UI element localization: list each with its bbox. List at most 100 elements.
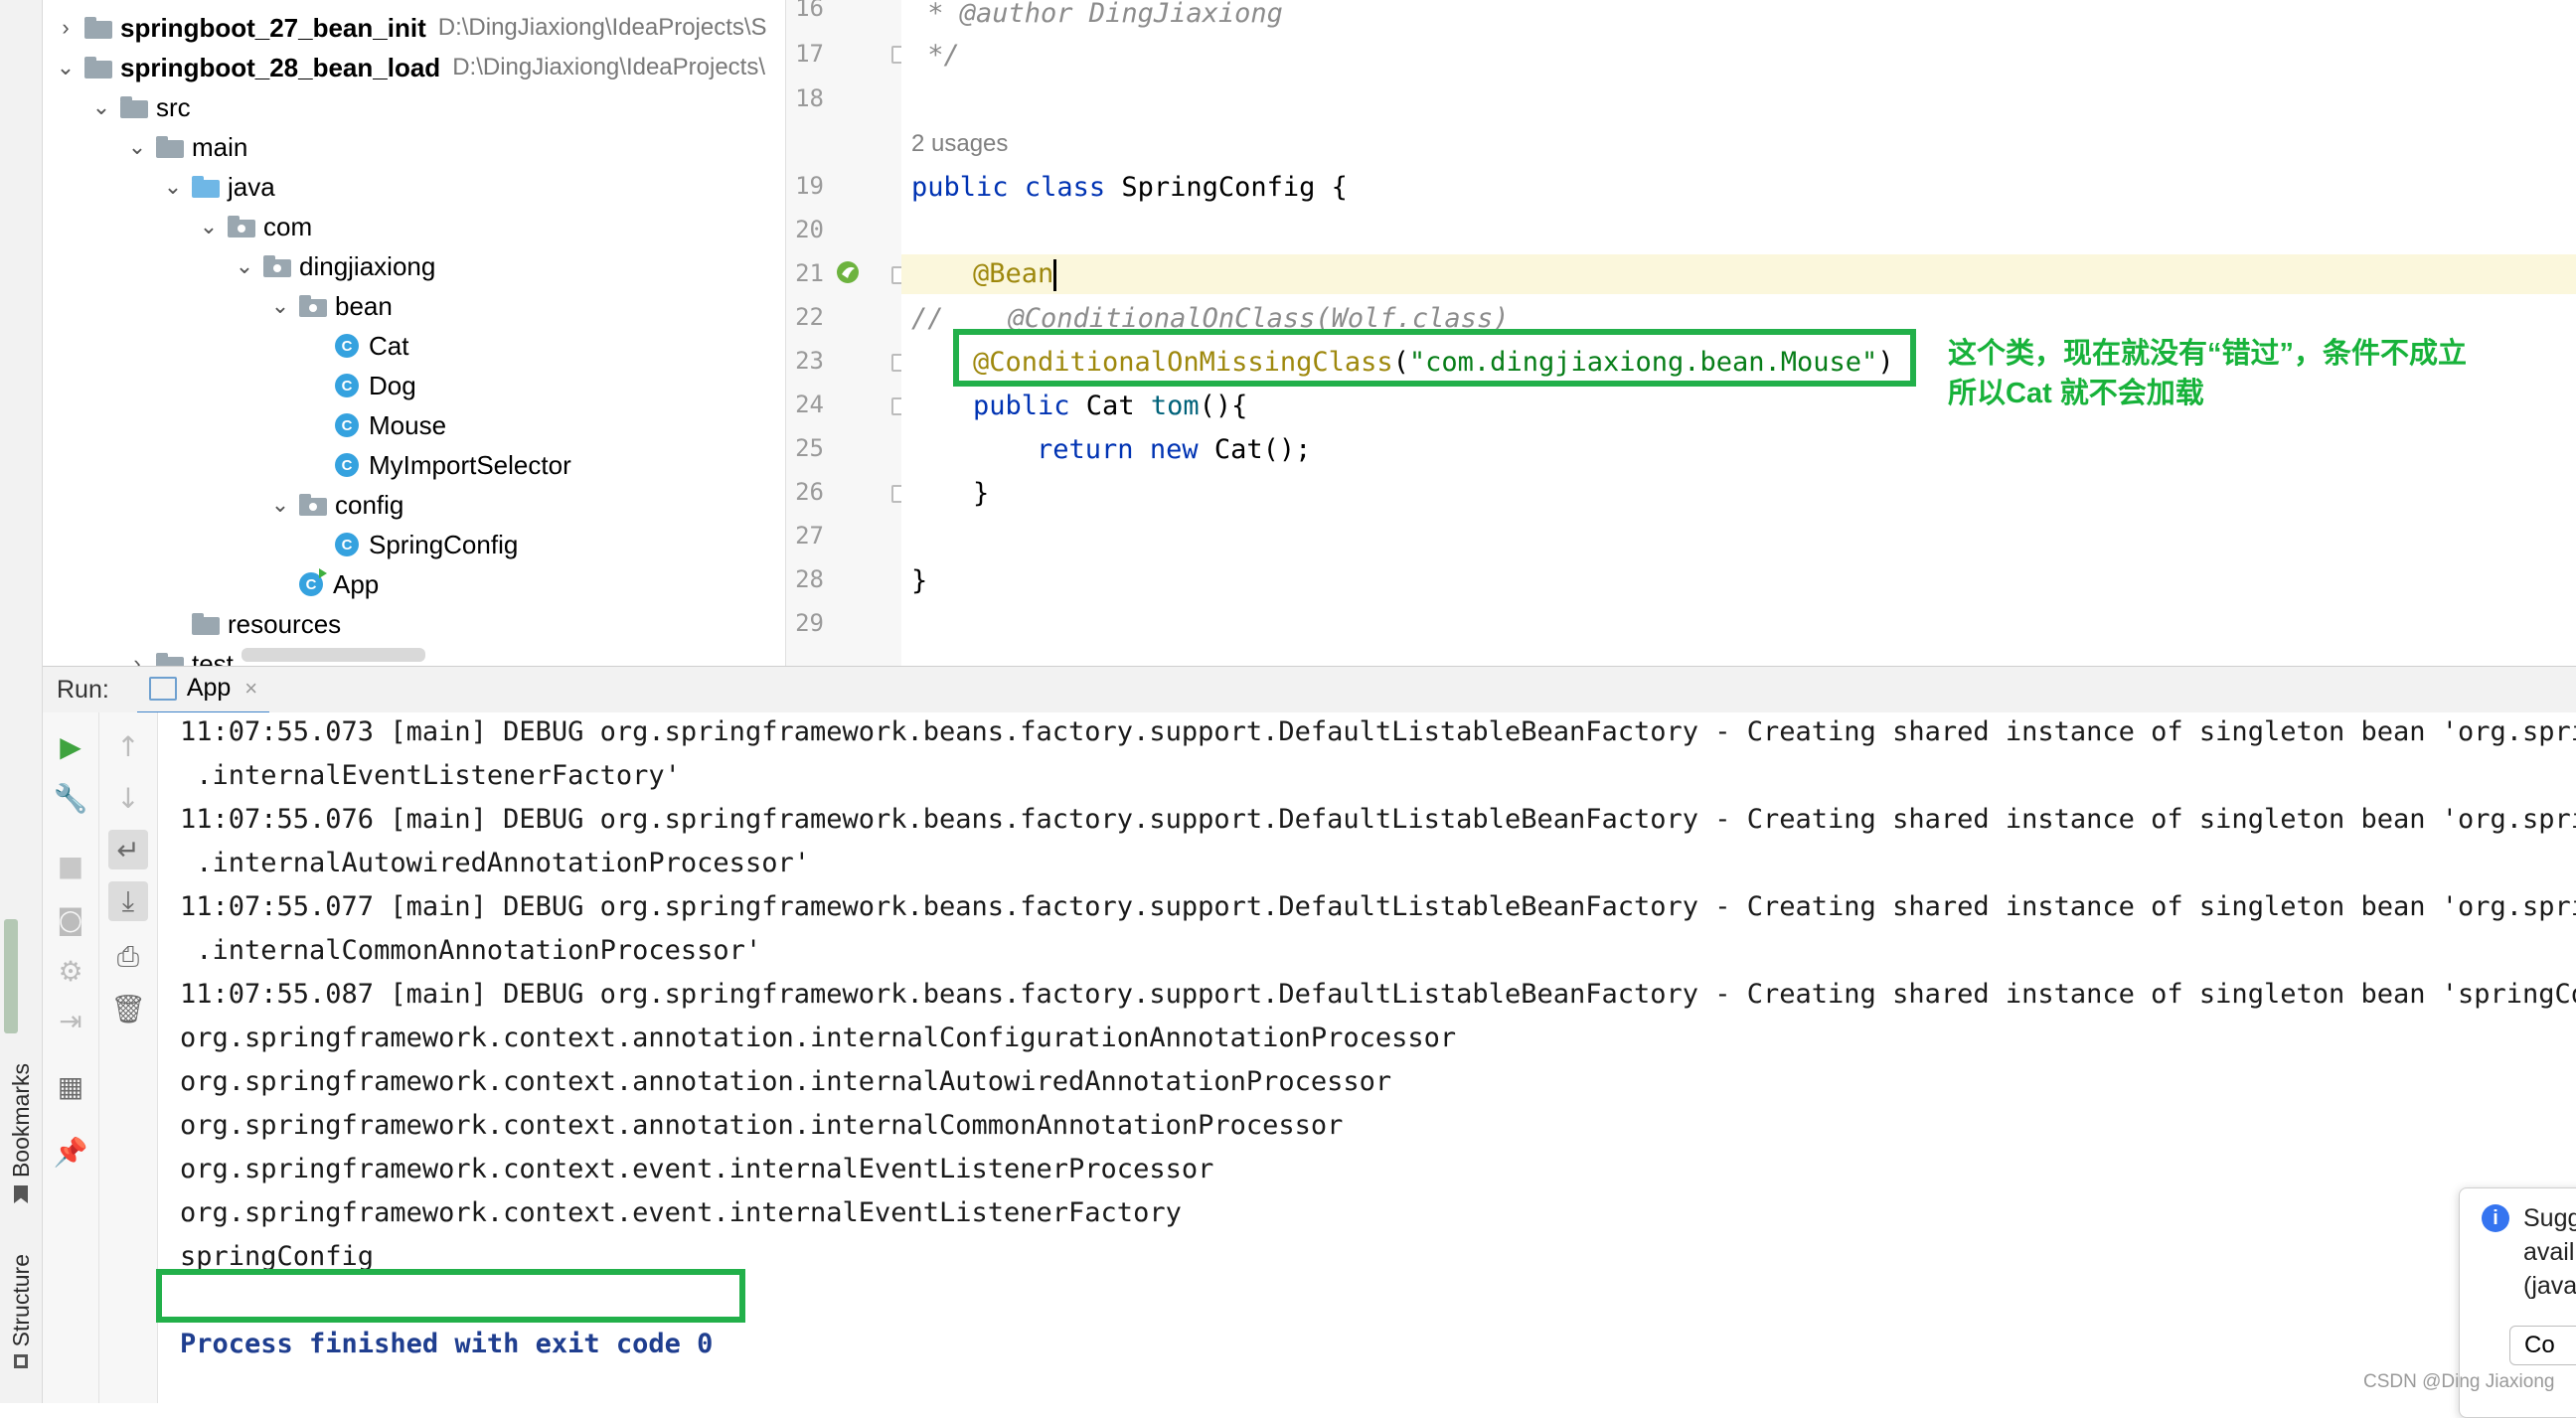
code-line-19: public class SpringConfig { xyxy=(911,168,1348,208)
code-line-24: public Cat tom(){ xyxy=(973,387,1247,426)
camera-icon[interactable]: ◙ xyxy=(51,899,90,939)
bookmarks-tab[interactable]: Bookmarks xyxy=(0,1063,42,1204)
folder-icon xyxy=(120,96,148,118)
line-number: 26 xyxy=(795,478,824,506)
tree-item-app[interactable]: › C App xyxy=(267,564,379,604)
tree-item-myimportselector[interactable]: › C MyImportSelector xyxy=(303,445,571,485)
class-icon: C xyxy=(335,374,359,397)
keyword: public xyxy=(973,391,1070,421)
line-number: 18 xyxy=(795,84,824,112)
chevron-down-icon[interactable]: ⌄ xyxy=(160,174,186,200)
notification-text: avail xyxy=(2523,1238,2575,1266)
usages-hint[interactable]: 2 usages xyxy=(911,124,1008,164)
tree-item-resources[interactable]: › resources xyxy=(160,604,341,644)
chevron-down-icon[interactable]: ⌄ xyxy=(196,214,222,239)
chevron-down-icon[interactable]: ⌄ xyxy=(232,253,257,279)
console-line: 11:07:55.073 [main] DEBUG org.springfram… xyxy=(180,716,2576,747)
class-icon: C xyxy=(335,413,359,437)
tree-item-src[interactable]: ⌄ src xyxy=(88,87,191,127)
notification-text: Sugg xyxy=(2523,1204,2576,1232)
trash-icon[interactable]: 🗑 xyxy=(108,989,148,1028)
tree-item-dog[interactable]: › C Dog xyxy=(303,366,416,405)
console-line: 11:07:55.076 [main] DEBUG org.springfram… xyxy=(180,804,2576,835)
structure-label: Structure xyxy=(7,1254,34,1347)
tree-item-dingjiaxiong[interactable]: ⌄ dingjiaxiong xyxy=(232,246,436,286)
highlight-box xyxy=(953,329,1916,387)
notification-text: (java xyxy=(2523,1272,2576,1300)
tree-item-config[interactable]: ⌄ config xyxy=(267,485,404,525)
structure-tab[interactable]: Structure xyxy=(0,1254,42,1369)
soft-wrap-icon[interactable]: ↵ xyxy=(108,830,148,869)
tree-label: test xyxy=(192,648,234,667)
scroll-to-end-icon[interactable]: ⤓ xyxy=(108,881,148,921)
pin-icon[interactable]: 📌 xyxy=(51,1132,90,1172)
console-line: .internalAutowiredAnnotationProcessor' xyxy=(180,848,810,878)
chevron-down-icon[interactable]: ⌄ xyxy=(124,134,150,160)
keyword: new xyxy=(1149,434,1199,465)
rerun-icon[interactable]: ▶ xyxy=(51,726,90,766)
tree-item-main[interactable]: ⌄ main xyxy=(124,127,248,167)
project-tree: › springboot_27_bean_init D:\DingJiaxion… xyxy=(43,0,785,666)
annotation-note-line-2: 所以Cat 就不会加载 xyxy=(1948,378,2204,409)
wrench-icon[interactable]: 🔧 xyxy=(51,778,90,818)
run-tab-app[interactable]: App × xyxy=(136,666,270,714)
spring-bean-icon[interactable] xyxy=(834,258,862,286)
code-line-16: * @author DingJiaxiong xyxy=(911,0,1283,29)
chevron-down-icon[interactable]: ⌄ xyxy=(267,492,293,518)
notification-action-button[interactable]: Co xyxy=(2509,1326,2576,1365)
tree-item-test[interactable]: › test xyxy=(124,644,234,666)
package-icon xyxy=(228,216,255,237)
chevron-down-icon[interactable]: ⌄ xyxy=(88,94,114,120)
console-line: org.springframework.context.event.intern… xyxy=(180,1197,1182,1228)
tree-label: resources xyxy=(228,608,342,639)
app-config-icon xyxy=(148,676,177,701)
chevron-right-icon[interactable]: › xyxy=(124,651,150,666)
info-icon: i xyxy=(2482,1204,2509,1232)
tree-label: config xyxy=(335,489,404,520)
console-line: org.springframework.context.annotation.i… xyxy=(180,1110,1344,1141)
tree-item-springconfig[interactable]: › C SpringConfig xyxy=(303,525,518,564)
console-line: org.springframework.context.annotation.i… xyxy=(180,1023,1457,1053)
stop-icon[interactable]: ■ xyxy=(51,846,90,885)
current-line-highlight xyxy=(901,254,2576,294)
line-number: 20 xyxy=(795,216,824,243)
project-path: D:\DingJiaxiong\IdeaProjects\S xyxy=(437,14,767,41)
up-arrow-icon[interactable]: ↑ xyxy=(108,726,148,766)
chevron-right-icon[interactable]: › xyxy=(53,15,79,41)
code-line-25: return new Cat(); xyxy=(1037,430,1311,470)
tree-item-java[interactable]: ⌄ java xyxy=(160,167,275,207)
constructor-call: Cat(); xyxy=(1198,434,1312,465)
down-arrow-icon[interactable]: ↓ xyxy=(108,778,148,818)
console-line: 11:07:55.077 [main] DEBUG org.springfram… xyxy=(180,891,2576,922)
class-icon: C xyxy=(335,533,359,556)
line-number: 19 xyxy=(795,172,824,200)
tree-item-cat[interactable]: › C Cat xyxy=(303,326,408,366)
run-tab-label: App xyxy=(186,674,232,702)
tree-label: bean xyxy=(335,290,393,321)
layout-icon[interactable]: ▦ xyxy=(51,1066,90,1106)
tree-item-com[interactable]: ⌄ com xyxy=(196,207,312,246)
close-icon[interactable]: × xyxy=(244,676,257,702)
tree-item-project-27[interactable]: › springboot_27_bean_init D:\DingJiaxion… xyxy=(53,8,767,48)
chevron-down-icon[interactable]: ⌄ xyxy=(53,55,79,80)
module-folder-icon xyxy=(84,17,112,39)
chevron-down-icon[interactable]: ⌄ xyxy=(267,293,293,319)
tree-label: MyImportSelector xyxy=(369,449,571,480)
login-icon[interactable]: ⇥ xyxy=(51,1001,90,1040)
run-panel-header: Run: App × xyxy=(43,666,2576,714)
tree-item-project-28[interactable]: ⌄ springboot_28_bean_load D:\DingJiaxion… xyxy=(53,48,765,87)
package-icon xyxy=(299,295,327,317)
line-number: 27 xyxy=(795,522,824,550)
print-icon[interactable]: ⎙ xyxy=(108,937,148,977)
settings-icon[interactable]: ⚙ xyxy=(51,951,90,991)
run-label: Run: xyxy=(57,675,109,704)
tree-horizontal-scrollbar[interactable] xyxy=(242,648,425,662)
tree-item-mouse[interactable]: › C Mouse xyxy=(303,405,446,445)
code-line-26: } xyxy=(973,478,990,509)
console-line: .internalEventListenerFactory' xyxy=(180,760,681,791)
folder-icon xyxy=(156,653,184,666)
line-number: 25 xyxy=(795,434,824,462)
tree-item-bean[interactable]: ⌄ bean xyxy=(267,286,393,326)
params: (){ xyxy=(1199,391,1248,421)
project-name: springboot_28_bean_load xyxy=(120,52,441,82)
